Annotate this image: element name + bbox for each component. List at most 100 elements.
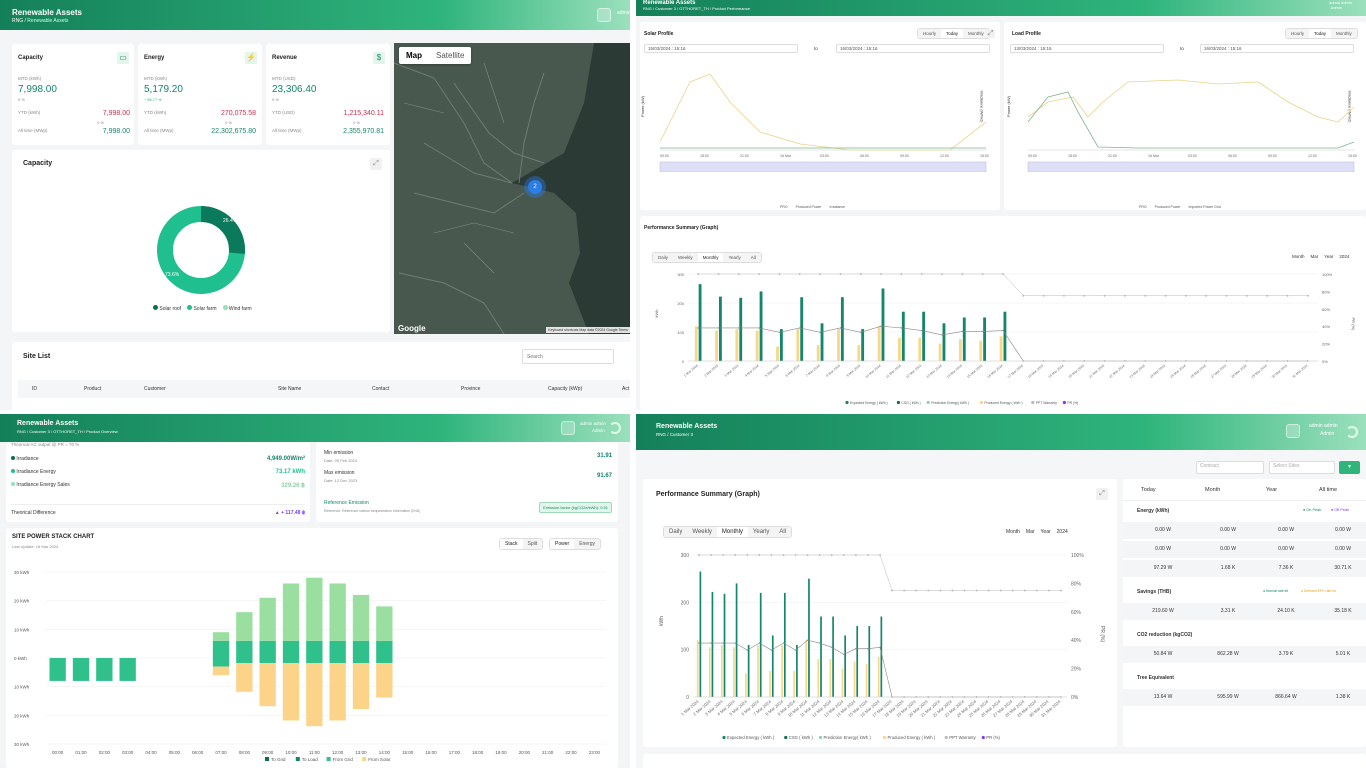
tab-all[interactable]: All (774, 527, 792, 537)
y-tick-label: 200 (681, 600, 690, 606)
year-select[interactable]: 2024 (1339, 254, 1349, 259)
refresh-icon[interactable] (1346, 426, 1358, 438)
to-date-input[interactable]: 16/03/2024 : 15:16 (836, 44, 990, 53)
tab-stack[interactable]: Stack (500, 539, 523, 549)
site-search-input[interactable] (522, 349, 614, 364)
user-name[interactable]: admin admin (580, 421, 606, 426)
bar-csg (771, 635, 774, 697)
card-title: SITE POWER STACK CHART (12, 534, 95, 540)
expand-icon[interactable]: ⤢ (1096, 488, 1108, 500)
y2-tick-label: 20% (1071, 667, 1082, 673)
bar-csg (1003, 311, 1007, 361)
tab-split[interactable]: Split (522, 539, 543, 549)
tab-monthly[interactable]: Monthly (716, 527, 748, 537)
tab-weekly[interactable]: Weekly (673, 253, 698, 262)
legend-label: Produced Energy ( kWh ) (888, 735, 936, 740)
legend-solar-farm[interactable]: Solar farm (187, 305, 217, 312)
tab-all[interactable]: All (745, 253, 761, 262)
column-province[interactable]: Province (461, 386, 480, 392)
tab-hourly[interactable]: Hourly (1286, 29, 1310, 38)
legend-wind-farm[interactable]: Wind farm (222, 305, 252, 312)
tab-daily[interactable]: Daily (653, 253, 674, 262)
mtd-percent: 0 % (18, 97, 25, 102)
column-id[interactable]: ID (32, 386, 37, 392)
filter-button[interactable]: ▾ (1339, 461, 1360, 474)
map-attribution[interactable]: Keyboard shortcuts Map data ©2024 Google… (546, 327, 630, 333)
tab-today[interactable]: Today (1309, 29, 1332, 38)
tab-yearly[interactable]: Yearly (723, 253, 746, 262)
max-emission-label: Max emission (324, 470, 355, 476)
user-name[interactable]: admin (617, 10, 630, 16)
legend-item-pro[interactable]: PRO (780, 205, 788, 209)
x-tick-label: 12 Mar 2024 (905, 364, 922, 379)
breadcrumb-page[interactable]: Renewable Assets (27, 18, 68, 24)
site-select[interactable]: Select Sites (1269, 461, 1335, 474)
refresh-icon[interactable] (609, 422, 621, 434)
legend-item-pro[interactable]: PRO (1139, 205, 1147, 209)
tab-daily[interactable]: Daily (664, 527, 688, 537)
tab-monthly[interactable]: Monthly (1331, 29, 1357, 38)
column-customer[interactable]: Customer (144, 386, 166, 392)
legend-solar-roof[interactable]: Solar roof (153, 305, 181, 312)
expand-icon[interactable]: ⤢ (986, 29, 995, 38)
x-tick-label: 06:00 (192, 750, 204, 755)
tab-power[interactable]: Power (550, 539, 575, 549)
column-site-name[interactable]: Site Name (278, 386, 301, 392)
bar-produced-energy (776, 346, 779, 361)
map-tab[interactable]: Map (399, 47, 429, 64)
tab-today[interactable]: Today (941, 29, 964, 38)
x-tick-label: 15:00 (402, 750, 414, 755)
theoretical-note: Theorical AC output @ PR = 70 % (11, 442, 80, 447)
legend-item-produced[interactable]: Produced Power (796, 205, 822, 209)
column-action[interactable]: Act (622, 386, 629, 392)
app-header: Renewable Assets RNG / Customer 3 / OTTH… (636, 0, 1366, 16)
settings-button[interactable] (597, 8, 611, 22)
breadcrumb[interactable]: RNG / Customer 3 (656, 432, 1346, 437)
x-tick-label: 09:00 (1028, 154, 1037, 158)
settings-button[interactable] (561, 421, 575, 435)
from-date-input[interactable]: 15/03/2024 : 15:16 (644, 44, 798, 53)
contract-select[interactable]: Contract (1196, 461, 1264, 474)
reference-emission-label: Reference Emission (324, 500, 369, 506)
tab-monthly[interactable]: Monthly (697, 253, 724, 262)
column-product[interactable]: Product (84, 386, 101, 392)
x-ticks: 09:00 18:00 21:00 16 Mar 03:00 06:00 09:00 12:0… (660, 154, 989, 158)
from-date-input[interactable]: 13/03/2024 : 15:16 (1010, 44, 1164, 53)
user-name[interactable]: admin admin (1309, 423, 1338, 429)
column-contact[interactable]: Contact (372, 386, 389, 392)
breadcrumb[interactable]: RNG / Customer 3 / OTTHORET_TH / Product… (17, 429, 613, 434)
tab-weekly[interactable]: Weekly (687, 527, 717, 537)
legend-item-irradiance[interactable]: Irradiance (829, 205, 845, 209)
legend-marker (818, 735, 823, 740)
month-select[interactable]: Mar (1311, 254, 1319, 259)
bar-to-load-solar (376, 663, 393, 698)
performance-chart: 0 100 200 300 0% 20% 40% 60% 80% 100% kWh PR (%) 1 M… (654, 272, 1356, 405)
zoom-navigator[interactable] (1027, 161, 1355, 172)
zoom-navigator[interactable] (659, 161, 987, 172)
site-map[interactable]: Map Satellite 2 Google Keyboard shortcut… (394, 43, 630, 334)
map-marker-cluster[interactable]: 2 (528, 180, 542, 194)
legend-item-imported[interactable]: Imported Power Grid (1188, 205, 1220, 209)
tab-yearly[interactable]: Yearly (747, 527, 775, 537)
column-capacity[interactable]: Capacity (kWp) (548, 386, 582, 392)
breadcrumb[interactable]: RNG / Customer 3 / OTTHORET_TH / Product… (643, 6, 1359, 11)
tab-monthly[interactable]: Monthly (963, 29, 989, 38)
to-date-input[interactable]: 16/03/2024 : 15:16 (1200, 44, 1354, 53)
y-tick-label: 0 (686, 695, 689, 701)
tab-energy[interactable]: Energy (574, 539, 601, 549)
co2-cell: 5.01 K (1335, 651, 1351, 657)
y2-tick-label: 80% (1071, 581, 1082, 587)
legend-item-produced[interactable]: Produced Power (1155, 205, 1181, 209)
breadcrumb-root[interactable]: RNG (12, 18, 23, 24)
legend-label: CSG ( kWh ) (901, 401, 920, 405)
expand-icon[interactable]: ⤢ (370, 158, 382, 170)
satellite-tab[interactable]: Satellite (429, 47, 471, 64)
month-select[interactable]: Mar (1026, 529, 1035, 535)
map-tiles (394, 43, 630, 334)
year-select[interactable]: 2024 (1057, 529, 1068, 535)
month-label: Month (1006, 529, 1020, 535)
tab-hourly[interactable]: Hourly (918, 29, 942, 38)
energy-cell: 0.00 W (1278, 527, 1294, 533)
app-title: Renewable Assets (12, 8, 82, 17)
settings-button[interactable] (1286, 424, 1300, 438)
